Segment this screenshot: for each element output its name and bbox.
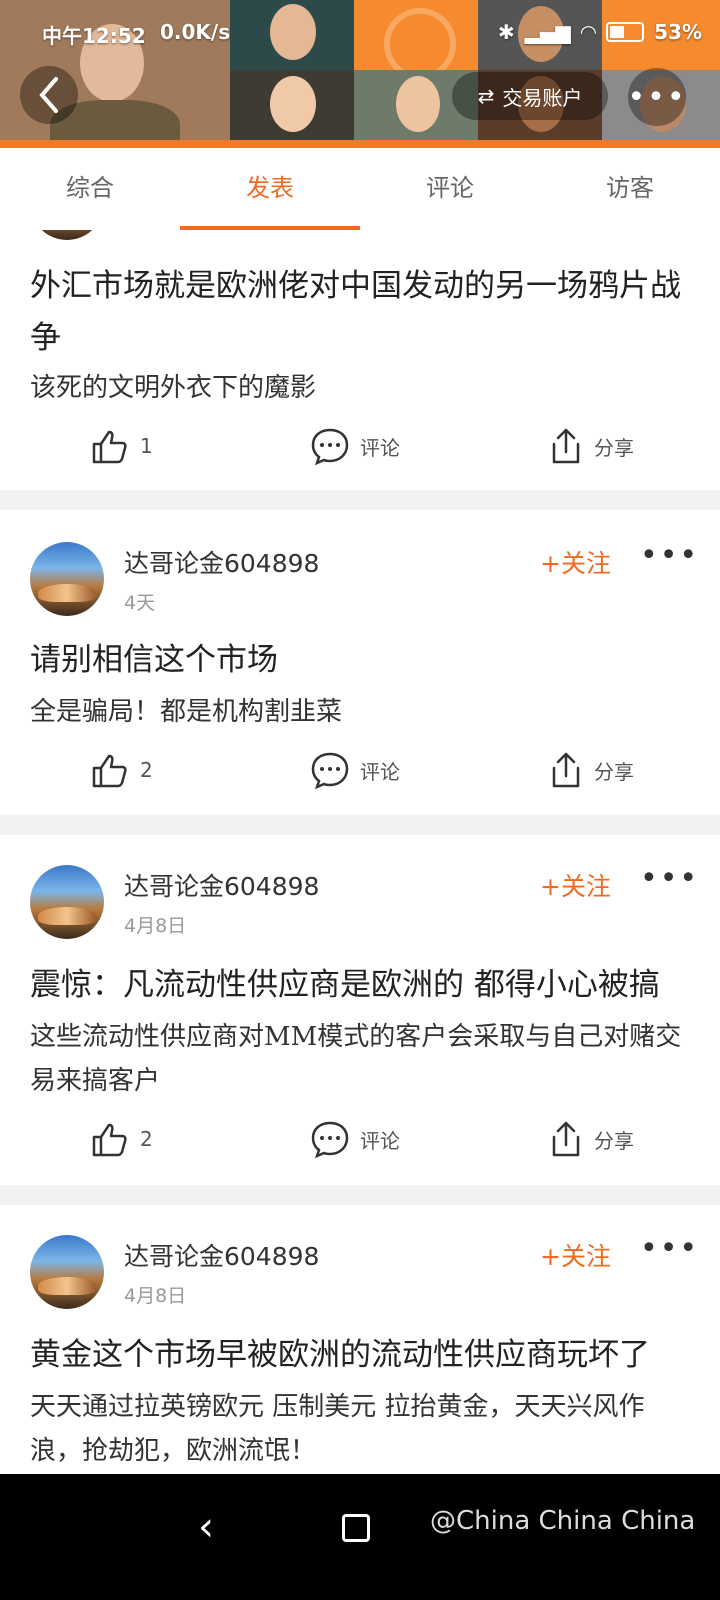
comment-label: 评论	[360, 759, 400, 784]
profile-tabs: 综合 发表 评论 访客	[0, 148, 720, 231]
comment-button[interactable]: 评论	[310, 750, 400, 790]
trade-account-label: 交易账户	[502, 85, 583, 110]
follow-button[interactable]: +关注	[540, 867, 611, 903]
share-button[interactable]: 分享	[548, 750, 634, 790]
share-icon	[552, 752, 580, 788]
comment-icon	[311, 1121, 349, 1159]
battery-level: 53%	[654, 20, 702, 44]
like-count: 2	[140, 1127, 153, 1151]
nav-home-button[interactable]	[342, 1514, 370, 1542]
post-title[interactable]: 外汇市场就是欧洲佬对中国发动的另一场鸦片战争	[30, 260, 690, 364]
post-time: 4天	[124, 592, 156, 614]
like-count: 1	[140, 434, 153, 458]
like-count: 2	[140, 758, 153, 782]
thumbs-up-icon	[92, 430, 127, 464]
more-options-button[interactable]: •••	[627, 68, 687, 126]
wifi-icon: ◠	[580, 20, 597, 44]
post-card[interactable]: 达哥论金604898 4天 +关注 ••• 请别相信这个市场 全是骗局！都是机构…	[0, 510, 720, 815]
watermark: @China China China	[430, 1506, 696, 1536]
post-time: 4月8日	[124, 1285, 187, 1307]
comment-button[interactable]: 评论	[310, 1119, 400, 1159]
status-time: 中午12:52	[42, 24, 146, 48]
follow-button[interactable]: +关注	[540, 1237, 611, 1273]
author-avatar[interactable]	[30, 865, 104, 939]
post-more-button[interactable]: •••	[640, 538, 699, 573]
tab-posts[interactable]: 发表	[180, 148, 360, 230]
banner-photo	[230, 70, 354, 140]
author-name[interactable]: 达哥论金604898	[124, 1237, 319, 1273]
post-more-button[interactable]: •••	[640, 1231, 699, 1266]
author-avatar[interactable]	[30, 542, 104, 616]
follow-button[interactable]: +关注	[540, 544, 611, 580]
post-title[interactable]: 请别相信这个市场	[30, 634, 690, 686]
author-name[interactable]: 达哥论金604898	[124, 544, 319, 580]
share-button[interactable]: 分享	[548, 1119, 634, 1159]
author-avatar[interactable]	[30, 1235, 104, 1309]
profile-banner: 中午12:52 0.0K/s ✱ ▂▄▆ ◠ 53% ⇄ 交易账户 •••	[0, 0, 720, 148]
share-label: 分享	[594, 435, 634, 460]
post-body[interactable]: 全是骗局！都是机构割韭菜	[30, 690, 690, 734]
post-card[interactable]: 达哥论金604898 4月8日 +关注 ••• 震惊：凡流动性供应商是欧洲的 都…	[0, 835, 720, 1185]
tab-comments[interactable]: 评论	[360, 148, 540, 230]
post-body[interactable]: 这些流动性供应商对MM模式的客户会采取与自己对赌交易来搞客户	[30, 1015, 690, 1103]
tab-visitors[interactable]: 访客	[540, 148, 720, 230]
share-icon	[552, 1121, 580, 1157]
thumbs-up-icon	[92, 754, 127, 788]
network-speed: 0.0K/s	[160, 20, 231, 44]
more-icon: •••	[627, 79, 687, 115]
like-button[interactable]: 2	[90, 750, 153, 790]
share-button[interactable]: 分享	[548, 426, 634, 466]
comment-label: 评论	[360, 435, 400, 460]
post-time: 4月8日	[124, 915, 187, 937]
comment-button[interactable]: 评论	[310, 426, 400, 466]
post-card[interactable]: 外汇市场就是欧洲佬对中国发动的另一场鸦片战争 该死的文明外衣下的魔影 1 评论 …	[0, 230, 720, 490]
bluetooth-icon: ✱	[497, 20, 515, 44]
author-name[interactable]: 达哥论金604898	[124, 867, 319, 903]
post-body[interactable]: 天天通过拉英镑欧元 压制美元 拉抬黄金，天天兴风作浪，抢劫犯，欧洲流氓！	[30, 1385, 690, 1473]
post-title[interactable]: 黄金这个市场早被欧洲的流动性供应商玩坏了	[30, 1329, 690, 1381]
signal-icon: ▂▄▆	[524, 20, 571, 44]
battery-icon	[606, 22, 645, 42]
switch-icon: ⇄	[477, 84, 495, 108]
trade-account-button[interactable]: ⇄ 交易账户	[452, 72, 608, 120]
comment-label: 评论	[360, 1128, 400, 1153]
nav-back-button[interactable]: ‹	[198, 1504, 214, 1550]
thumbs-up-icon	[92, 1123, 127, 1157]
share-icon	[552, 428, 580, 464]
comment-icon	[311, 752, 349, 790]
like-button[interactable]: 1	[90, 426, 153, 466]
status-bar: 中午12:52 0.0K/s ✱ ▂▄▆ ◠ 53%	[0, 0, 720, 70]
share-label: 分享	[594, 759, 634, 784]
comment-icon	[311, 428, 349, 466]
post-card[interactable]: 达哥论金604898 4月8日 +关注 ••• 黄金这个市场早被欧洲的流动性供应…	[0, 1205, 720, 1474]
post-title[interactable]: 震惊：凡流动性供应商是欧洲的 都得小心被搞	[30, 959, 690, 1011]
like-button[interactable]: 2	[90, 1119, 153, 1159]
share-label: 分享	[594, 1128, 634, 1153]
chevron-left-icon	[39, 77, 58, 113]
tab-overview[interactable]: 综合	[0, 148, 180, 230]
back-button[interactable]	[20, 66, 78, 124]
post-more-button[interactable]: •••	[640, 861, 699, 896]
author-avatar[interactable]	[30, 230, 104, 240]
post-body[interactable]: 该死的文明外衣下的魔影	[30, 366, 690, 410]
system-nav-bar: ‹ @China China China	[0, 1474, 720, 1600]
post-feed[interactable]: 外汇市场就是欧洲佬对中国发动的另一场鸦片战争 该死的文明外衣下的魔影 1 评论 …	[0, 230, 720, 1474]
